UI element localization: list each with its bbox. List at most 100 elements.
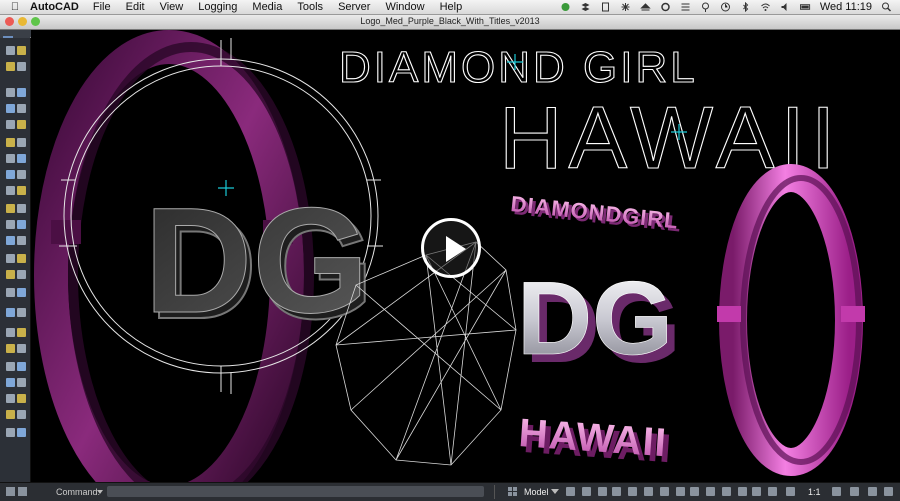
tool-button-46[interactable] <box>17 428 26 437</box>
menubar-clock[interactable]: Wed 11:19 <box>820 1 872 13</box>
tool-button-18[interactable] <box>17 186 26 195</box>
list-icon[interactable] <box>680 2 691 12</box>
clock-icon[interactable] <box>720 2 731 12</box>
tool-button-16[interactable] <box>17 170 26 179</box>
tool-button-33[interactable] <box>6 328 15 337</box>
tool-button-27[interactable] <box>6 270 15 279</box>
tool-button-7[interactable] <box>6 104 15 113</box>
lineweight-icon[interactable] <box>690 487 699 496</box>
asterisk-icon[interactable] <box>620 2 631 12</box>
tool-button-11[interactable] <box>6 138 15 147</box>
dropbox-icon[interactable] <box>580 2 591 12</box>
pin-icon[interactable] <box>700 2 711 12</box>
command-history-icon[interactable] <box>96 488 104 496</box>
tool-button-13[interactable] <box>6 154 15 163</box>
tool-button-26[interactable] <box>17 254 26 263</box>
eject-icon[interactable] <box>640 2 651 12</box>
menu-logging[interactable]: Logging <box>198 1 237 13</box>
menu-view[interactable]: View <box>160 1 184 13</box>
ducs-icon[interactable] <box>660 487 669 496</box>
tool-button-34[interactable] <box>17 328 26 337</box>
tool-button-30[interactable] <box>17 288 26 297</box>
tool-button-32[interactable] <box>17 308 26 317</box>
osnap-icon[interactable] <box>628 487 637 496</box>
navigation-icon[interactable] <box>850 487 859 496</box>
menu-tools[interactable]: Tools <box>297 1 323 13</box>
model-tab[interactable]: Model <box>524 487 549 497</box>
tool-button-43[interactable] <box>6 410 15 419</box>
tool-button-9[interactable] <box>6 120 15 129</box>
tool-button-1[interactable] <box>6 46 15 55</box>
clipboard-icon[interactable] <box>600 2 611 12</box>
status-toggle-icons[interactable] <box>6 487 36 497</box>
tool-button-23[interactable] <box>6 236 15 245</box>
annotation-visibility-icon[interactable] <box>752 487 761 496</box>
tool-button-25[interactable] <box>6 254 15 263</box>
grid-icon[interactable] <box>582 487 591 496</box>
tool-button-24[interactable] <box>17 236 26 245</box>
tool-button-37[interactable] <box>6 362 15 371</box>
tool-button-45[interactable] <box>6 428 15 437</box>
tool-button-3[interactable] <box>6 62 15 71</box>
tool-button-39[interactable] <box>6 378 15 387</box>
tool-button-17[interactable] <box>6 186 15 195</box>
tool-button-22[interactable] <box>17 220 26 229</box>
refresh-icon[interactable] <box>660 2 671 12</box>
tool-button-6[interactable] <box>17 88 26 97</box>
menu-server[interactable]: Server <box>338 1 370 13</box>
transparency-icon[interactable] <box>706 487 715 496</box>
menu-window[interactable]: Window <box>385 1 424 13</box>
tool-button-20[interactable] <box>17 204 26 213</box>
otrack-icon[interactable] <box>644 487 653 496</box>
tool-button-35[interactable] <box>6 344 15 353</box>
annotation-scale-icon[interactable] <box>832 487 841 496</box>
tool-button-28[interactable] <box>17 270 26 279</box>
ortho-icon[interactable] <box>598 487 607 496</box>
polar-icon[interactable] <box>612 487 621 496</box>
menu-file[interactable]: File <box>93 1 111 13</box>
workspace-icon[interactable] <box>786 487 795 496</box>
tool-button-36[interactable] <box>17 344 26 353</box>
autoscale-icon[interactable] <box>768 487 777 496</box>
tool-button-4[interactable] <box>17 62 26 71</box>
tool-button-14[interactable] <box>17 154 26 163</box>
tool-button-29[interactable] <box>6 288 15 297</box>
tool-button-8[interactable] <box>17 104 26 113</box>
layout-grid-icon[interactable] <box>508 487 518 497</box>
battery-icon[interactable] <box>799 2 811 12</box>
tool-button-19[interactable] <box>6 204 15 213</box>
menu-edit[interactable]: Edit <box>126 1 145 13</box>
bluetooth-icon[interactable] <box>740 2 751 12</box>
command-input[interactable] <box>107 486 484 497</box>
tool-button-42[interactable] <box>17 394 26 403</box>
quick-props-icon[interactable] <box>722 487 731 496</box>
dyn-icon[interactable] <box>676 487 685 496</box>
tool-button-21[interactable] <box>6 220 15 229</box>
tool-button-41[interactable] <box>6 394 15 403</box>
tool-button-10[interactable] <box>17 120 26 129</box>
tool-button-38[interactable] <box>17 362 26 371</box>
status-menus: Wed 11:19 <box>560 1 900 13</box>
menu-media[interactable]: Media <box>252 1 282 13</box>
menu-help[interactable]: Help <box>440 1 463 13</box>
app-menu-autocad[interactable]: AutoCAD <box>30 1 79 13</box>
selection-cycle-icon[interactable] <box>738 487 747 496</box>
tool-button-31[interactable] <box>6 308 15 317</box>
apple-icon[interactable]:  <box>0 1 30 13</box>
zoom-icon[interactable] <box>868 487 877 496</box>
tool-button-15[interactable] <box>6 170 15 179</box>
tool-button-2[interactable] <box>17 46 26 55</box>
model-dropdown-icon[interactable] <box>551 489 559 495</box>
tool-button-40[interactable] <box>17 378 26 387</box>
play-button[interactable] <box>421 218 481 278</box>
tool-button-44[interactable] <box>17 410 26 419</box>
volume-icon[interactable] <box>780 2 791 12</box>
search-icon[interactable] <box>881 2 892 12</box>
sync-icon[interactable] <box>560 2 571 12</box>
tool-button-5[interactable] <box>6 88 15 97</box>
fullscreen-icon[interactable] <box>884 487 893 496</box>
tool-button-12[interactable] <box>17 138 26 147</box>
snap-icon[interactable] <box>566 487 575 496</box>
wifi-icon[interactable] <box>760 2 771 12</box>
annotation-scale[interactable]: 1:1 <box>808 487 821 497</box>
